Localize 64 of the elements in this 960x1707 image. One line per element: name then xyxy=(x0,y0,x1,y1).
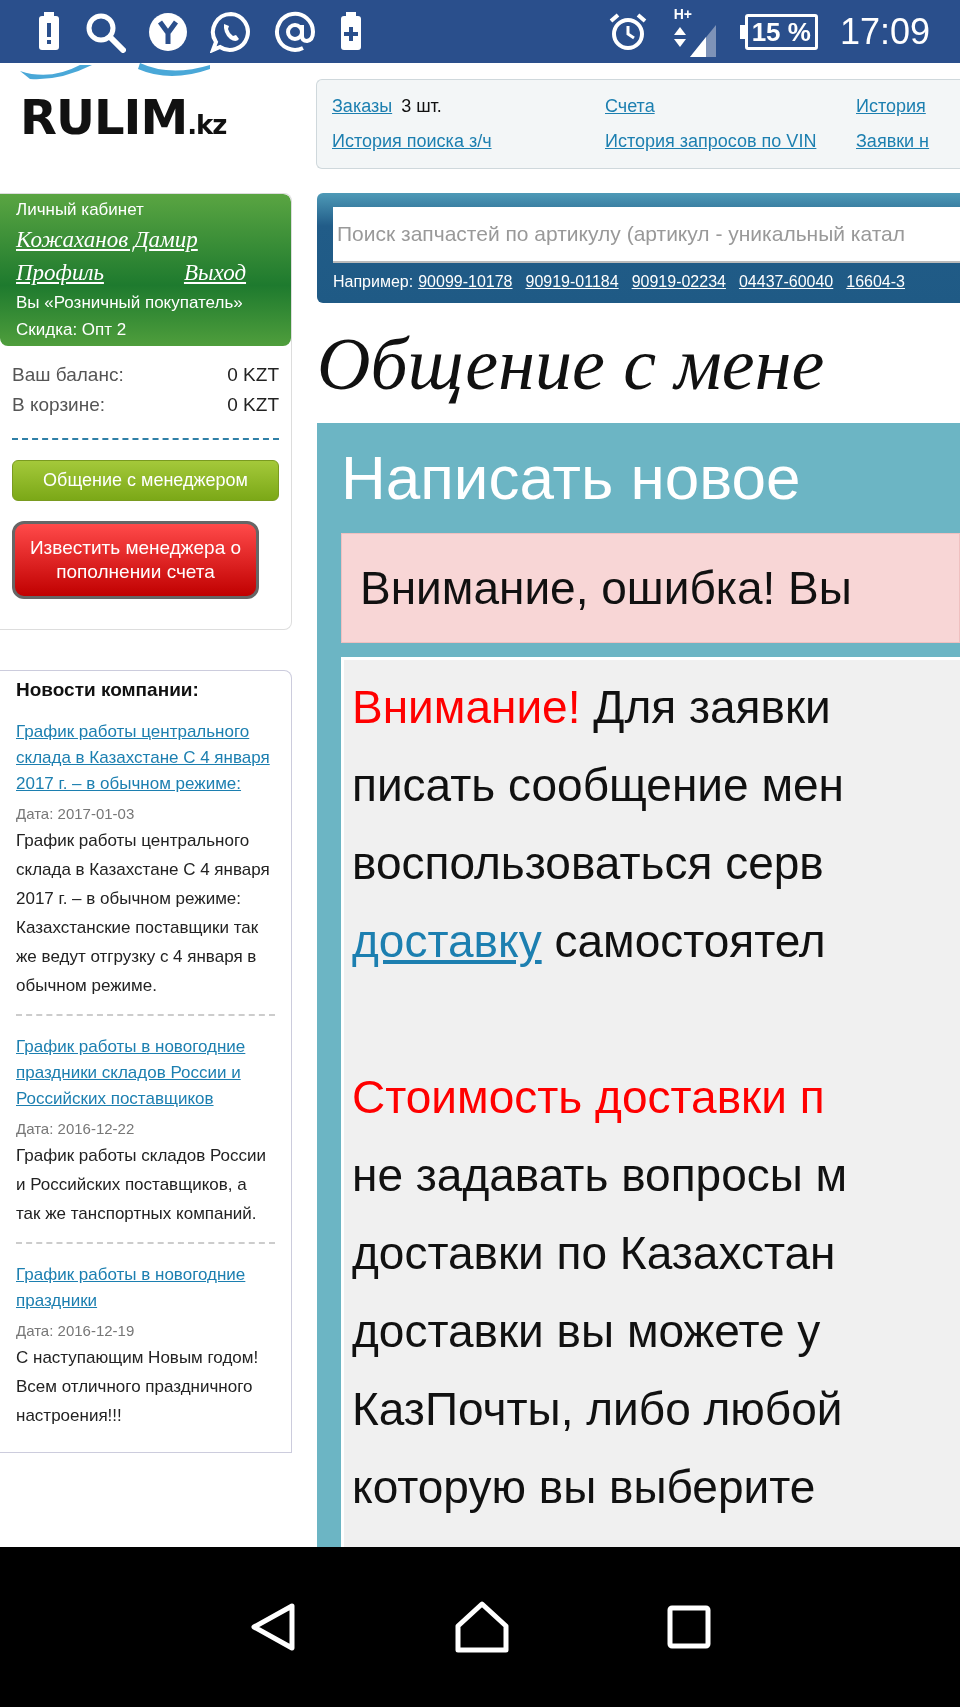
account-title: Личный кабинет xyxy=(16,200,145,220)
news-date: Дата: 2016-12-19 xyxy=(16,1322,136,1339)
chat-phone-icon xyxy=(210,10,252,53)
back-icon[interactable] xyxy=(248,1602,297,1652)
search-field[interactable]: Поиск запчастей по артикулу (артикул - уникальный катал xyxy=(333,207,960,263)
battery-alert-icon xyxy=(36,11,62,52)
news-title-link[interactable]: График работы в новогодние праздники складов России и Российских поставщиков xyxy=(16,1034,275,1112)
logo[interactable]: RULIM.kz xyxy=(20,93,227,149)
logout-link[interactable]: Выход xyxy=(183,260,247,286)
header-link[interactable]: История xyxy=(856,96,926,116)
y-circle-icon xyxy=(148,11,188,52)
example-part-link[interactable]: 90919-02234 xyxy=(631,273,726,291)
notice-text-line: Внимание! Для заявки xyxy=(352,680,831,735)
panel-title: Написать новое xyxy=(341,442,802,514)
examples-label: Например: xyxy=(333,273,414,291)
clock-time: 17:09 xyxy=(839,10,930,53)
notice-text-line: доставки вы можете у xyxy=(352,1304,821,1359)
news-date: Дата: 2016-12-22 xyxy=(16,1120,136,1137)
battery-indicator: 15 % xyxy=(739,13,818,50)
notify-manager-button[interactable]: Известить менеджера о пополнении счета xyxy=(12,521,259,599)
example-part-link[interactable]: 90919-01184 xyxy=(525,273,619,291)
user-name-link[interactable]: Кожаханов Дамир xyxy=(16,227,275,253)
news-text: График работы складов России и Российских поставщиков, а так же танспортных компаний. xyxy=(16,1145,267,1225)
news-date: Дата: 2017-01-03 xyxy=(16,805,136,822)
chat-manager-button[interactable]: Общение с менеджером xyxy=(12,460,279,501)
example-part-link[interactable]: 90099-10178 xyxy=(418,273,513,291)
notice-text-line: которую вы выберите xyxy=(352,1460,816,1515)
total-label: В корзине: xyxy=(12,393,106,417)
delivery-link[interactable]: доставку xyxy=(352,915,542,967)
news-title-link[interactable]: График работы в новогодние праздники xyxy=(16,1262,275,1314)
error-text: Внимание, ошибка! Вы xyxy=(360,562,852,614)
notice-text-line: доставку самостоятел xyxy=(352,914,826,969)
notice-text-line: доставки по Казахстан xyxy=(352,1226,836,1281)
header-link[interactable]: Заявки н xyxy=(856,131,930,151)
recent-apps-icon[interactable] xyxy=(667,1605,712,1649)
home-icon[interactable] xyxy=(454,1600,510,1654)
alarm-clock-icon xyxy=(607,11,648,52)
news-title-link[interactable]: График работы центрального склада в Казахстане С 4 января 2017 г. – в обычном режиме: xyxy=(16,719,275,797)
discount-label: Скидка: Опт 2 xyxy=(16,320,128,340)
notice-text-line: воспользоваться серв xyxy=(352,836,824,891)
header-link[interactable]: Заказы xyxy=(332,96,393,116)
customer-type: Вы «Розничный покупатель» xyxy=(16,293,244,313)
total-value: 0 KZT xyxy=(227,363,279,387)
profile-link[interactable]: Профиль xyxy=(16,260,104,286)
header-link[interactable]: История поиска з/ч xyxy=(332,131,492,151)
orders-count: 3 шт. xyxy=(401,96,442,116)
battery-plus-icon xyxy=(338,11,364,52)
header-link[interactable]: Счета xyxy=(605,96,655,116)
page-heading: Общение с мене xyxy=(317,322,826,407)
header-link[interactable]: История запросов по VIN xyxy=(605,131,817,151)
network-type: H+ xyxy=(673,6,692,21)
at-sign-icon xyxy=(274,10,316,53)
example-part-link[interactable]: 04437-60040 xyxy=(738,273,834,291)
total-value: 0 KZT xyxy=(227,393,279,417)
notice-text-line: не задавать вопросы м xyxy=(352,1148,848,1203)
notice-text-line: КазПочты, либо любой xyxy=(352,1382,843,1437)
news-text: График работы центрального склада в Казахстане С 4 января 2017 г. – в обычном режиме: Казахстанские поставщики так же ведут отгрузку с 4 января в обычном режиме. xyxy=(16,830,271,997)
news-text: С наступающим Новым годом! Всем отличного праздничного настроения!!! xyxy=(16,1347,260,1427)
total-label: Ваш баланс: xyxy=(12,363,124,387)
swoosh-icon xyxy=(20,63,210,81)
news-heading: Новости компании: xyxy=(16,679,200,701)
example-part-link[interactable]: 16604-3 xyxy=(846,273,905,291)
notice-text-line: писать сообщение мен xyxy=(352,758,844,813)
notice-text-line: Стоимость доставки п xyxy=(352,1070,825,1125)
